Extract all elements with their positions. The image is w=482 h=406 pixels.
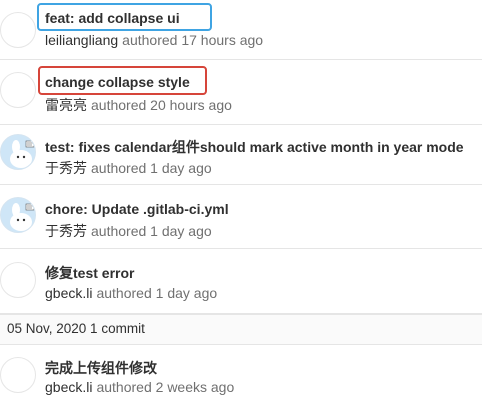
commit-title-link[interactable]: 修复test error (45, 263, 134, 283)
authored-time: authored 17 hours ago (122, 32, 264, 48)
commit-meta: 于秀芳 authored 1 day ago (45, 221, 212, 241)
authored-time: authored 1 day ago (96, 285, 218, 301)
commit-row: test: fixes calendar组件should mark active… (0, 125, 482, 185)
commit-meta: 于秀芳 authored 1 day ago (45, 158, 212, 178)
avatar[interactable] (0, 262, 36, 298)
avatar[interactable] (0, 72, 36, 108)
commit-title-link[interactable]: change collapse style (45, 74, 190, 90)
author-link[interactable]: gbeck.li (45, 285, 92, 301)
avatar[interactable] (0, 357, 36, 393)
avatar[interactable] (0, 134, 36, 170)
authored-time: authored 1 day ago (91, 223, 212, 239)
commit-row: change collapse style 雷亮亮 authored 20 hou… (0, 60, 482, 125)
cartoon-avatar-icon (1, 198, 35, 232)
commit-row: feat: add collapse ui leiliangliang autho… (0, 0, 482, 60)
commit-meta: gbeck.li authored 1 day ago (45, 285, 217, 301)
avatar[interactable] (0, 12, 36, 48)
author-link[interactable]: 于秀芳 (45, 223, 87, 239)
commit-row: 修复test error gbeck.li authored 1 day ago (0, 249, 482, 314)
author-link[interactable]: 于秀芳 (45, 160, 87, 176)
day-header: 05 Nov, 2020 1 commit (0, 314, 482, 345)
authored-time: authored 2 weeks ago (96, 379, 235, 395)
commit-meta: 雷亮亮 authored 20 hours ago (45, 95, 232, 115)
commit-meta: gbeck.li authored 2 weeks ago (45, 379, 234, 395)
authored-time: authored 1 day ago (91, 160, 212, 176)
avatar[interactable] (0, 197, 36, 233)
authored-time: authored 20 hours ago (91, 97, 232, 113)
author-link[interactable]: leiliangliang (45, 32, 118, 48)
commit-title-link[interactable]: feat: add collapse ui (45, 10, 180, 26)
commit-title-link[interactable]: test: fixes calendar组件should mark active… (45, 137, 464, 157)
commit-list: feat: add collapse ui leiliangliang autho… (0, 0, 482, 406)
commit-title-link[interactable]: 完成上传组件修改 (45, 358, 157, 378)
commit-meta: leiliangliang authored 17 hours ago (45, 32, 263, 48)
cartoon-avatar-icon (1, 135, 35, 169)
author-link[interactable]: 雷亮亮 (45, 97, 87, 113)
author-link[interactable]: gbeck.li (45, 379, 92, 395)
commit-title-link[interactable]: chore: Update .gitlab-ci.yml (45, 201, 229, 217)
commit-row: chore: Update .gitlab-ci.yml 于秀芳 authored… (0, 185, 482, 249)
commit-row: 完成上传组件修改 gbeck.li authored 2 weeks ago (0, 345, 482, 406)
